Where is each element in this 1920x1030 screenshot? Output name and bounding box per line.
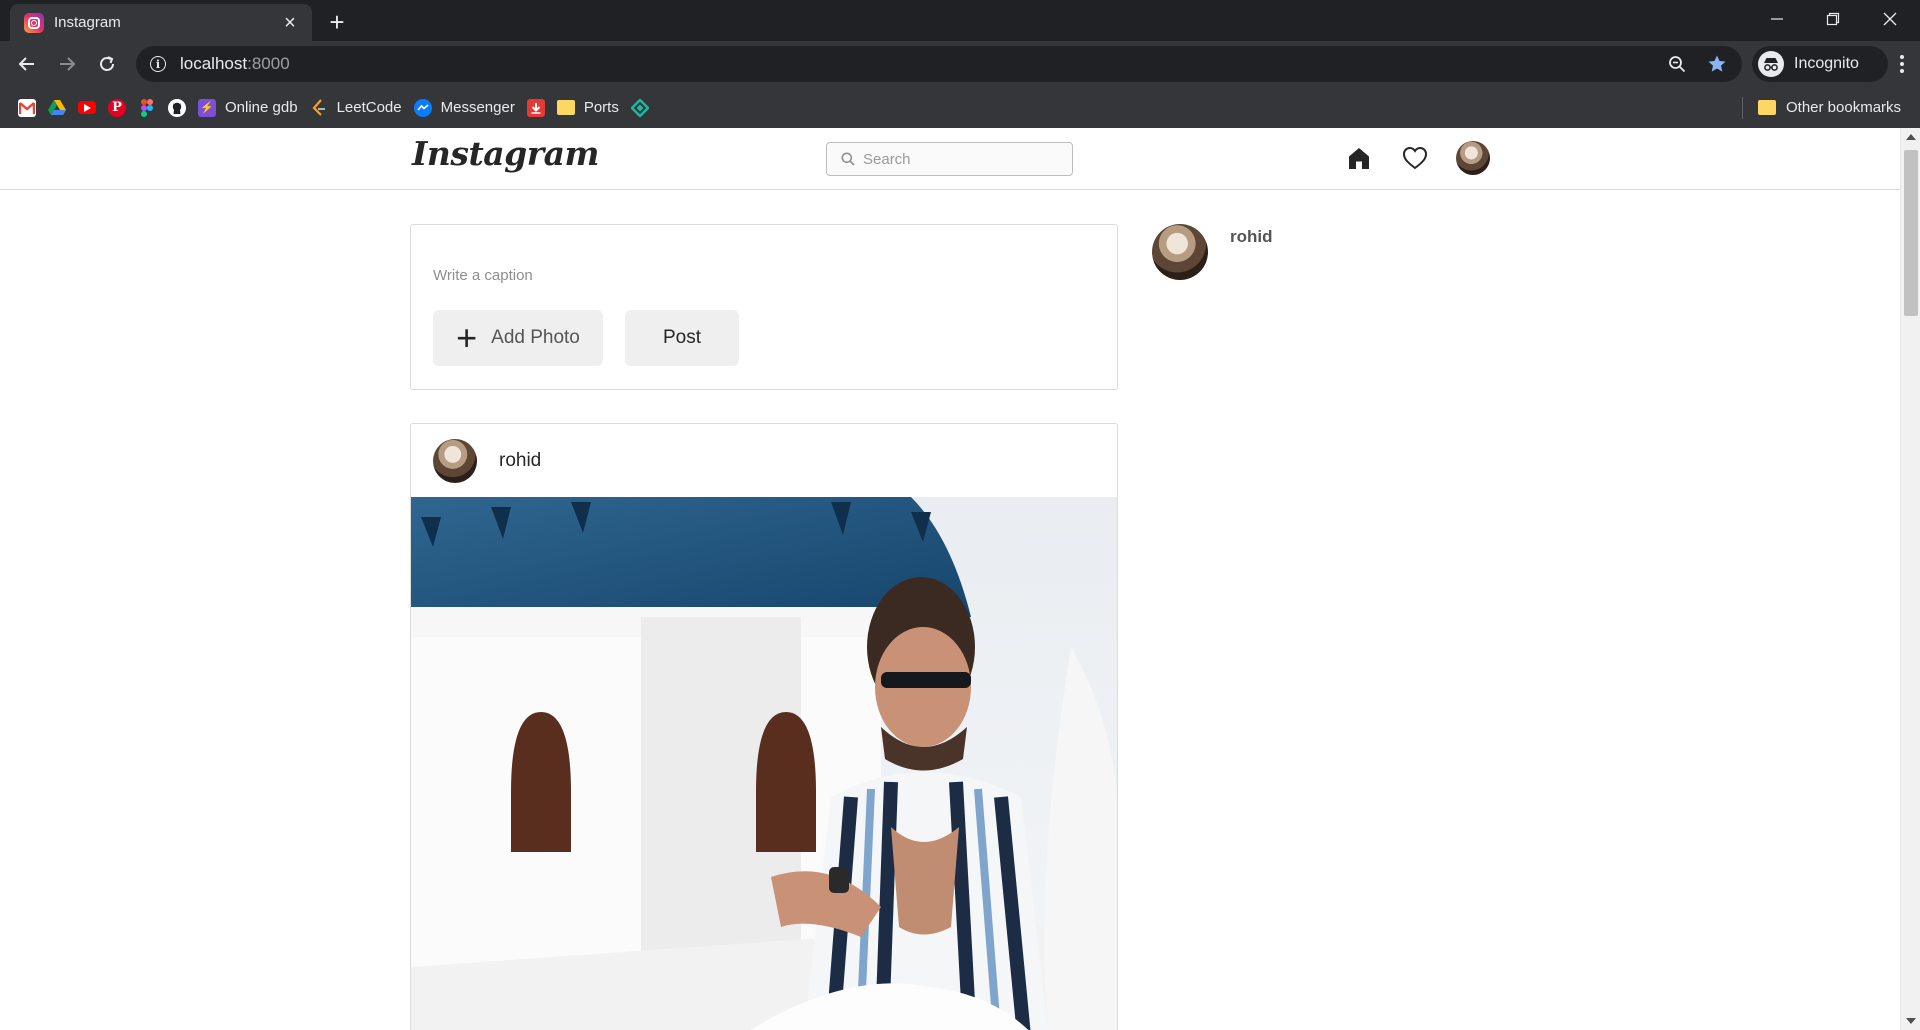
browser-tabstrip: Instagram × +: [0, 0, 1920, 41]
bookmark-messenger[interactable]: Messenger: [413, 94, 515, 122]
address-bar[interactable]: i localhost:8000: [136, 46, 1742, 82]
avatar: [1456, 141, 1490, 175]
page-scrollbar[interactable]: [1900, 128, 1920, 1030]
post-username[interactable]: rohid: [499, 450, 541, 472]
post-image[interactable]: [411, 497, 1117, 1030]
new-tab-button[interactable]: +: [322, 8, 352, 38]
bookmark-label: Ports: [583, 99, 619, 116]
bookmark-ports[interactable]: Ports: [556, 94, 619, 122]
bookmark-star-icon[interactable]: [1702, 49, 1732, 79]
instagram-logo[interactable]: Instagram: [412, 134, 599, 173]
bookmark-github[interactable]: [168, 94, 186, 122]
home-icon[interactable]: [1344, 143, 1374, 173]
add-photo-button[interactable]: + Add Photo: [433, 310, 603, 366]
download-icon: [526, 98, 545, 117]
url-text[interactable]: localhost:8000: [180, 54, 1662, 74]
caption-input[interactable]: [433, 267, 1093, 284]
instagram-header: Instagram: [0, 128, 1900, 190]
bookmark-label: Online gdb: [225, 99, 298, 116]
close-window-icon[interactable]: [1862, 0, 1918, 37]
zoom-icon[interactable]: [1662, 49, 1692, 79]
search-icon: [841, 152, 855, 166]
bookmarks-bar: P ⚡ Online gdb LeetCode Messenger Ports: [0, 87, 1920, 128]
sidebar-avatar[interactable]: [1152, 224, 1208, 280]
scroll-down-icon[interactable]: [1906, 1018, 1916, 1024]
site-info-icon[interactable]: i: [150, 56, 166, 72]
github-icon: [168, 98, 186, 117]
new-post-composer: + Add Photo Post: [410, 224, 1118, 390]
bookmark-pinterest[interactable]: P: [108, 94, 126, 122]
search-input[interactable]: [863, 150, 1063, 168]
bookmarks-divider: [1742, 97, 1743, 119]
diamond-icon: [630, 98, 649, 117]
folder-icon: [1758, 99, 1776, 115]
messenger-icon: [413, 98, 432, 117]
bookmark-label: LeetCode: [336, 99, 402, 116]
sidebar-username[interactable]: rohid: [1230, 227, 1273, 247]
scroll-thumb[interactable]: [1904, 150, 1918, 316]
browser-tab-instagram[interactable]: Instagram ×: [10, 4, 312, 41]
add-photo-label: Add Photo: [491, 327, 580, 348]
heart-icon[interactable]: [1400, 143, 1430, 173]
incognito-icon: [1758, 51, 1784, 77]
google-drive-icon: [48, 99, 66, 117]
tab-close-icon[interactable]: ×: [280, 13, 300, 33]
tab-title: Instagram: [54, 14, 121, 31]
pinterest-icon: P: [108, 98, 126, 117]
scroll-up-icon[interactable]: [1906, 134, 1916, 140]
bookmark-figma[interactable]: [138, 94, 156, 122]
figma-icon: [138, 98, 156, 117]
browser-menu-icon[interactable]: [1890, 49, 1914, 79]
incognito-profile-chip[interactable]: Incognito: [1752, 46, 1888, 82]
post-header: rohid: [411, 424, 1117, 497]
back-arrow-icon[interactable]: [11, 48, 43, 80]
leetcode-icon: [310, 98, 328, 117]
bookmark-diamond[interactable]: [630, 94, 649, 122]
bookmark-downloader[interactable]: [526, 94, 545, 122]
sidebar-profile[interactable]: rohid: [1152, 224, 1273, 280]
incognito-label: Incognito: [1794, 55, 1859, 72]
onlinegdb-icon: ⚡: [198, 98, 216, 117]
folder-icon: [556, 100, 575, 115]
instagram-favicon-icon: [24, 12, 44, 33]
youtube-icon: [78, 101, 96, 114]
plus-icon: +: [456, 317, 478, 358]
other-bookmarks[interactable]: Other bookmarks: [1758, 93, 1901, 121]
restore-icon[interactable]: [1805, 0, 1861, 37]
search-box[interactable]: [826, 142, 1073, 176]
minimize-icon[interactable]: [1749, 0, 1805, 37]
feed-post: rohid: [410, 423, 1118, 1030]
browser-toolbar: i localhost:8000 Incognito: [0, 41, 1920, 87]
other-bookmarks-label: Other bookmarks: [1786, 98, 1902, 116]
bookmark-leetcode[interactable]: LeetCode: [310, 94, 402, 122]
profile-avatar[interactable]: [1455, 140, 1491, 176]
post-author-avatar[interactable]: [433, 438, 477, 483]
bookmark-label: Messenger: [440, 99, 515, 116]
bookmark-online-gdb[interactable]: ⚡ Online gdb: [198, 94, 298, 122]
reload-icon[interactable]: [91, 48, 123, 80]
post-button[interactable]: Post: [625, 310, 739, 366]
gmail-icon: [18, 98, 36, 117]
forward-arrow-icon[interactable]: [51, 48, 83, 80]
page-viewport: Instagram + Add Photo Post rohid: [0, 128, 1920, 1030]
bookmark-gmail[interactable]: [18, 94, 36, 122]
bookmark-google-drive[interactable]: [48, 94, 66, 122]
bookmark-youtube[interactable]: [78, 94, 96, 122]
